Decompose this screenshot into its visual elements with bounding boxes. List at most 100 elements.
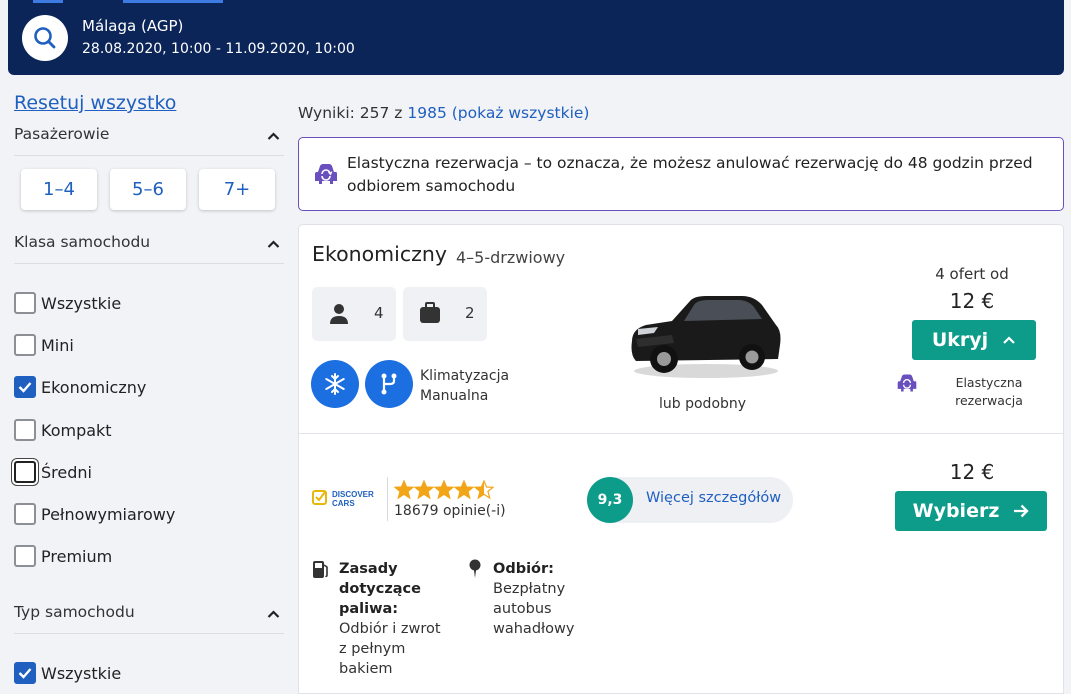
checkbox[interactable] <box>14 334 36 356</box>
checkbox-label: Ekonomiczny <box>41 377 147 397</box>
car-category-title: Ekonomiczny <box>312 242 447 266</box>
car-features-text: Klimatyzacja Manualna <box>420 366 509 406</box>
gearbox-icon <box>381 373 397 395</box>
svg-text:DISCOVER: DISCOVER <box>332 490 374 499</box>
passengers-7-plus-button[interactable]: 7+ <box>199 169 275 210</box>
filter-class-mini[interactable]: Mini <box>14 332 74 358</box>
car-image-caption: lub podobny <box>659 396 747 412</box>
car-type-section-header[interactable]: Typ samochodu <box>14 598 284 634</box>
pickup-title: Odbiór: <box>493 561 554 577</box>
flexible-booking-text: Elastyczna rezerwacja – to oznacza, że m… <box>347 154 1033 195</box>
review-count[interactable]: 18679 opinie(-i) <box>394 503 506 519</box>
chevron-up-icon <box>267 132 280 140</box>
filter-class-all[interactable]: Wszystkie <box>14 290 121 316</box>
hide-offers-label: Ukryj <box>931 329 989 351</box>
checkbox[interactable] <box>14 503 36 525</box>
manual-gearbox-feature <box>365 360 413 408</box>
more-details-link[interactable]: Więcej szczegółów <box>646 490 781 506</box>
divider <box>299 433 1063 434</box>
header-tab-indicator <box>33 0 63 3</box>
checkbox[interactable] <box>14 419 36 441</box>
location-pin-icon <box>469 559 481 578</box>
results-count: Wyniki: 257 z 1985 (pokaż wszystkie) <box>298 104 589 122</box>
svg-text:CARS: CARS <box>332 499 355 508</box>
bag-count: 2 <box>465 304 475 322</box>
divider <box>387 477 388 521</box>
ac-label: Klimatyzacja <box>420 368 510 384</box>
select-offer-label: Wybierz <box>912 500 1000 522</box>
passengers-5-6-button[interactable]: 5–6 <box>110 169 186 210</box>
chevron-up-icon <box>1003 336 1015 344</box>
search-button[interactable] <box>22 15 68 61</box>
fuel-policy-text: Odbiór i zwrot z pełnym bakiem <box>339 621 441 677</box>
checkbox[interactable] <box>14 292 36 314</box>
fuel-policy-title: Zasady dotyczące paliwa: <box>339 561 421 617</box>
car-class-section-header[interactable]: Klasa samochodu <box>14 228 284 264</box>
checkbox-label: Pełnowymiarowy <box>41 504 176 524</box>
chevron-up-icon <box>267 240 280 248</box>
checkbox-checked[interactable] <box>14 662 36 684</box>
checkbox-label: Wszystkie <box>41 663 122 683</box>
fuel-policy: Zasady dotyczące paliwa: Odbiór i zwrot … <box>339 559 449 679</box>
price-from: 12 € <box>949 289 995 313</box>
passengers-section-header[interactable]: Pasażerowie <box>14 120 284 156</box>
pickup-location[interactable]: Málaga (AGP) <box>82 17 183 35</box>
car-image <box>631 296 781 378</box>
flexible-booking-icon <box>315 164 337 184</box>
chevron-up-icon <box>267 610 280 618</box>
checkmark-icon <box>18 668 32 679</box>
car-result-card: Ekonomiczny 4–5-drzwiowy 4 2 Klimatyzacj… <box>298 224 1064 694</box>
checkbox-label: Wszystkie <box>41 293 122 313</box>
results-count-text: Wyniki: 257 z <box>298 104 408 122</box>
car-doors: 4–5-drzwiowy <box>456 248 566 267</box>
checkbox-checked[interactable] <box>14 376 36 398</box>
checkbox-label: Mini <box>41 335 74 355</box>
pickup-text: Bezpłatny autobus wahadłowy <box>493 581 575 637</box>
passengers-title: Pasażerowie <box>14 125 110 143</box>
search-icon <box>34 27 56 49</box>
hide-offers-button[interactable]: Ukryj <box>912 320 1036 360</box>
show-all-results-link[interactable]: 1985 (pokaż wszystkie) <box>407 104 589 122</box>
passenger-count: 4 <box>374 304 384 322</box>
fuel-icon <box>313 561 328 578</box>
flexible-booking-icon <box>897 374 917 392</box>
select-offer-button[interactable]: Wybierz <box>895 491 1047 531</box>
car-class-title: Klasa samochodu <box>14 233 151 251</box>
supplier-rating-stars <box>394 480 494 500</box>
passenger-capacity: 4 <box>312 287 396 341</box>
reset-filters-link[interactable]: Resetuj wszystko <box>14 92 176 114</box>
person-icon <box>330 304 348 324</box>
gearbox-label: Manualna <box>420 388 489 404</box>
air-conditioning-feature <box>311 360 359 408</box>
star-rating-icon <box>394 480 494 500</box>
passengers-1-4-button[interactable]: 1–4 <box>21 169 97 210</box>
checkbox-label: Średni <box>41 462 92 482</box>
filter-class-economy[interactable]: Ekonomiczny <box>14 374 146 400</box>
checkmark-icon <box>18 382 32 393</box>
checkbox[interactable] <box>14 545 36 567</box>
pickup-info: Odbiór: Bezpłatny autobus wahadłowy <box>493 559 593 639</box>
header-tab-indicator-2 <box>123 0 223 3</box>
filter-class-compact[interactable]: Kompakt <box>14 417 112 443</box>
offer-price: 12 € <box>949 460 995 484</box>
rating-score-badge: 9,3 <box>587 477 633 523</box>
filter-class-fullsize[interactable]: Pełnowymiarowy <box>14 501 175 527</box>
discover-cars-logo: DISCOVER CARS <box>312 490 374 508</box>
filter-class-intermediate[interactable]: Średni <box>14 459 92 485</box>
luggage-capacity: 2 <box>403 287 487 341</box>
checkbox-focused[interactable] <box>14 461 36 483</box>
suitcase-icon <box>420 302 440 323</box>
checkbox-label: Premium <box>41 546 113 566</box>
rental-dates[interactable]: 28.08.2020, 10:00 - 11.09.2020, 10:00 <box>82 41 355 57</box>
filter-type-all[interactable]: Wszystkie <box>14 660 121 686</box>
checkbox-label: Kompakt <box>41 420 112 440</box>
arrow-right-icon <box>1014 504 1030 518</box>
offers-count: 4 ofert od <box>935 265 1009 283</box>
filter-class-premium[interactable]: Premium <box>14 543 112 569</box>
score-details-pill[interactable]: 9,3 Więcej szczegółów <box>587 477 793 523</box>
snowflake-icon <box>325 373 345 395</box>
search-summary-header: Málaga (AGP) 28.08.2020, 10:00 - 11.09.2… <box>8 0 1064 75</box>
flexible-booking-label: Elastyczna rezerwacja <box>955 375 1023 408</box>
flexible-booking-banner: Elastyczna rezerwacja – to oznacza, że m… <box>298 137 1064 211</box>
car-type-title: Typ samochodu <box>14 603 135 621</box>
